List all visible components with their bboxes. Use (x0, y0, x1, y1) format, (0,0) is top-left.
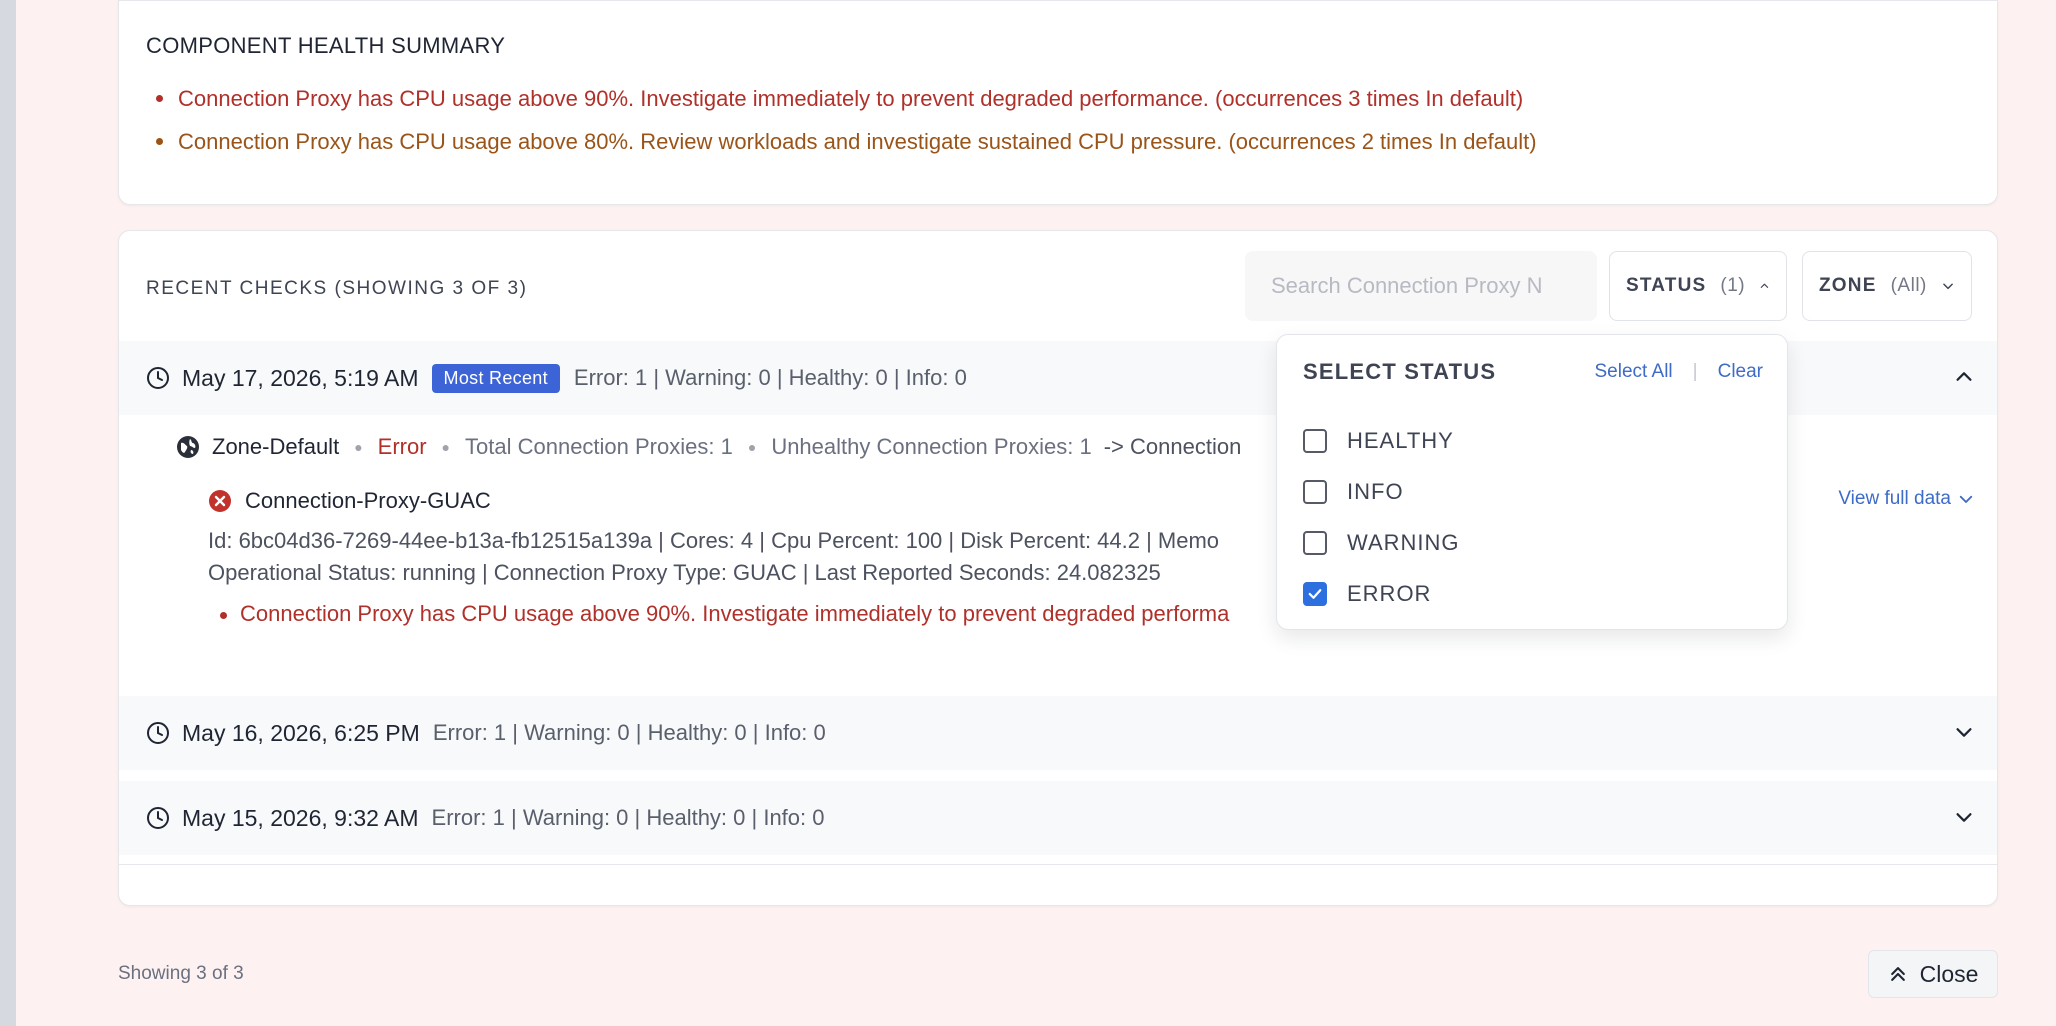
close-label: Close (1919, 960, 1979, 987)
component-health-summary-card: COMPONENT HEALTH SUMMARY Connection Prox… (118, 0, 1998, 205)
globe-icon (177, 436, 199, 458)
check-counts: Error: 1 | Warning: 0 | Healthy: 0 | Inf… (573, 365, 967, 390)
clock-icon (147, 807, 169, 829)
zone-arrow-text: -> Connection (1103, 434, 1242, 459)
summary-title: COMPONENT HEALTH SUMMARY (146, 33, 506, 58)
chevron-up-icon[interactable] (1953, 366, 1975, 388)
option-label: HEALTHY (1347, 428, 1454, 453)
zone-unhealthy: Unhealthy Connection Proxies: 1 (771, 434, 1092, 459)
proxy-issue-list: Connection Proxy has CPU usage above 90%… (208, 601, 1229, 627)
recent-checks-title: RECENT CHECKS (SHOWING 3 OF 3) (146, 278, 528, 299)
status-option-healthy[interactable]: HEALTHY (1303, 428, 1454, 454)
most-recent-badge: Most Recent (431, 363, 560, 393)
proxy-issue: Connection Proxy has CPU usage above 90%… (208, 601, 1229, 627)
chevron-down-icon (1943, 283, 1953, 290)
zone-filter-button[interactable]: ZONE (All) (1802, 251, 1972, 321)
summary-item-warning: Connection Proxy has CPU usage above 80%… (146, 120, 1537, 163)
check-counts: Error: 1 | Warning: 0 | Healthy: 0 | Inf… (432, 720, 826, 745)
checkmark-icon (1308, 589, 1322, 599)
summary-item-error: Connection Proxy has CPU usage above 90%… (146, 77, 1537, 120)
option-label: INFO (1347, 479, 1404, 504)
dropdown-actions: Select All | Clear (1595, 361, 1764, 383)
chevron-down-icon[interactable] (1953, 806, 1975, 828)
status-filter-label: STATUS (1626, 275, 1707, 296)
chevron-down-icon (1959, 495, 1973, 503)
separator: | (1692, 361, 1698, 382)
zone-status: Error (377, 434, 427, 459)
checkbox[interactable] (1303, 531, 1327, 555)
separator-dot: ● (441, 439, 451, 455)
clock-icon (147, 722, 169, 744)
divider (119, 864, 1997, 865)
summary-list: Connection Proxy has CPU usage above 90%… (146, 77, 1537, 163)
checkbox[interactable] (1303, 582, 1327, 606)
view-full-data-link[interactable]: View full data (1838, 488, 1975, 510)
proxy-details: Id: 6bc04d36-7269-44ee-b13a-fb12515a139a… (208, 525, 1219, 589)
proxy-details-line-2: Operational Status: running | Connection… (208, 560, 1161, 585)
clock-icon (147, 367, 169, 389)
zone-total: Total Connection Proxies: 1 (465, 434, 733, 459)
footer-showing-count: Showing 3 of 3 (118, 963, 244, 984)
zone-row: Zone-Default ● Error ● Total Connection … (176, 434, 1241, 460)
error-circle-icon (209, 490, 231, 512)
double-chevron-up-icon (1890, 967, 1905, 981)
close-button[interactable]: Close (1868, 950, 1998, 998)
check-header-3[interactable]: May 15, 2026, 9:32 AM Error: 1 | Warning… (119, 781, 1997, 855)
search-input[interactable]: Search Connection Proxy N (1245, 251, 1597, 321)
proxy-details-line-1: Id: 6bc04d36-7269-44ee-b13a-fb12515a139a… (208, 528, 1220, 553)
dropdown-title: SELECT STATUS (1303, 359, 1497, 384)
status-option-warning[interactable]: WARNING (1303, 530, 1460, 556)
view-full-data-label: View full data (1838, 488, 1951, 509)
clear-link[interactable]: Clear (1718, 361, 1763, 383)
separator-dot: ● (354, 439, 363, 455)
proxy-name: Connection-Proxy-GUAC (245, 488, 491, 513)
check-header-2[interactable]: May 16, 2026, 6:25 PM Error: 1 | Warning… (119, 696, 1997, 770)
zone-filter-count: (All) (1890, 275, 1927, 296)
proxy-row: Connection-Proxy-GUAC (208, 488, 491, 514)
option-label: ERROR (1347, 581, 1432, 606)
check-date: May 15, 2026, 9:32 AM (182, 804, 419, 831)
status-filter-button[interactable]: STATUS (1) (1609, 251, 1787, 321)
zone-name: Zone-Default (212, 434, 340, 459)
status-option-error[interactable]: ERROR (1303, 581, 1431, 607)
chevron-down-icon[interactable] (1953, 721, 1975, 743)
checkbox[interactable] (1303, 480, 1327, 504)
check-date: May 16, 2026, 6:25 PM (182, 719, 420, 746)
status-filter-count: (1) (1720, 275, 1746, 296)
select-all-link[interactable]: Select All (1595, 361, 1673, 383)
option-label: WARNING (1347, 530, 1460, 555)
status-dropdown: SELECT STATUS Select All | Clear HEALTHY… (1276, 334, 1788, 630)
zone-filter-label: ZONE (1819, 275, 1877, 296)
chevron-up-icon (1760, 283, 1769, 288)
check-date: May 17, 2026, 5:19 AM (182, 364, 419, 391)
checkbox[interactable] (1303, 429, 1327, 453)
separator-dot: ● (747, 439, 757, 455)
check-counts: Error: 1 | Warning: 0 | Healthy: 0 | Inf… (431, 805, 825, 830)
status-option-info[interactable]: INFO (1303, 479, 1404, 505)
